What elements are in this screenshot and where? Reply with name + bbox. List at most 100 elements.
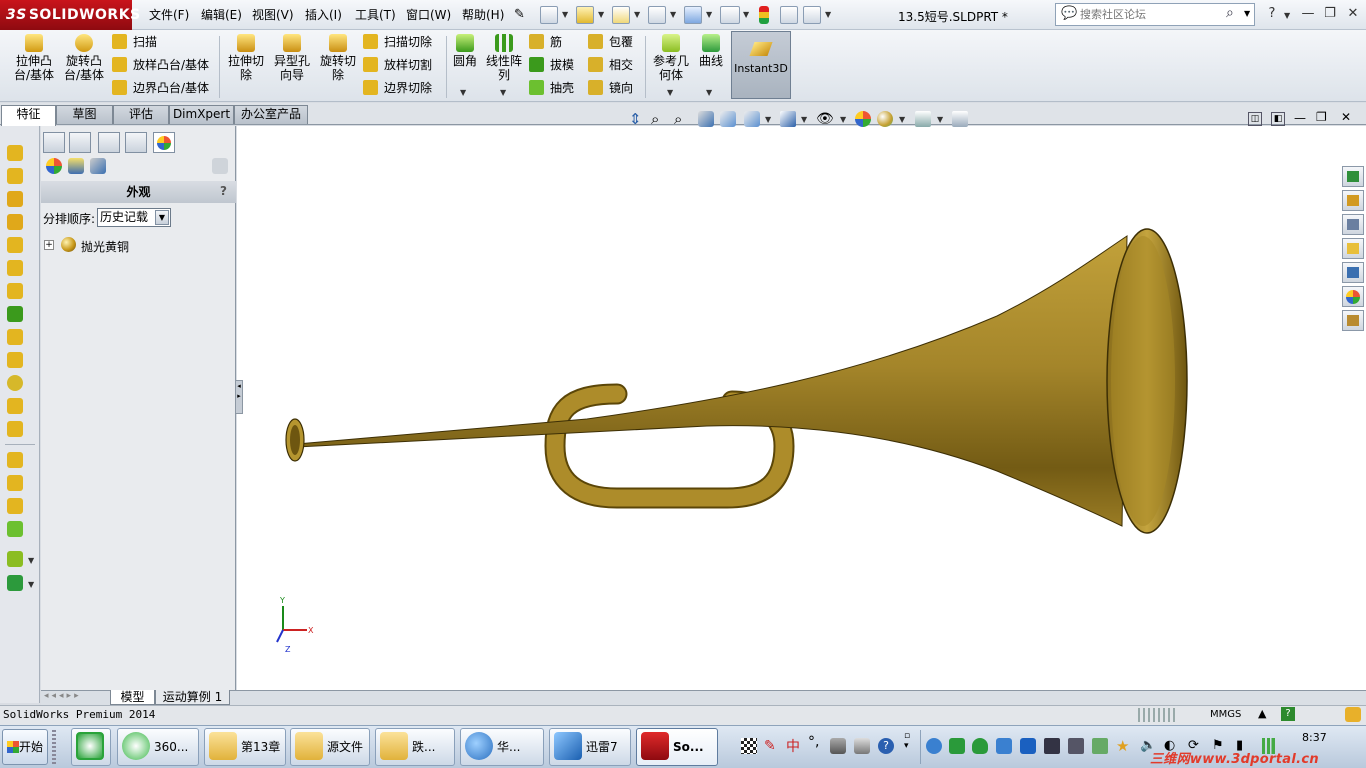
sweep-button[interactable]: 扫描 xyxy=(112,33,157,53)
lofted-cut-button[interactable]: 放样切割 xyxy=(363,56,432,76)
extrude-boss-icon[interactable] xyxy=(7,145,23,161)
view-settings-icon[interactable] xyxy=(915,111,931,127)
intersect-icon[interactable] xyxy=(7,375,23,391)
rib-icon[interactable] xyxy=(7,475,23,491)
hide-show-items-icon[interactable]: 👁 xyxy=(816,111,834,127)
trumpet-model[interactable]: Y X Z xyxy=(237,126,1366,690)
configuration-manager-tab-icon[interactable] xyxy=(98,132,120,153)
start-button[interactable]: 开始 xyxy=(2,729,48,765)
design-library-icon[interactable] xyxy=(1342,214,1364,235)
revolve-cut-button[interactable]: 旋转切 除 xyxy=(316,34,360,82)
display-style-dropdown-icon[interactable]: ▼ xyxy=(801,115,807,124)
rebuild-traffic-light-icon[interactable] xyxy=(759,6,769,24)
help-dropdown-icon[interactable]: ▼ xyxy=(1284,11,1290,20)
tab-model[interactable]: 模型 xyxy=(110,690,155,705)
ime-icon[interactable]: ✎ xyxy=(764,738,780,754)
home-icon[interactable] xyxy=(1342,190,1364,211)
tab-features[interactable]: 特征 xyxy=(1,105,56,126)
revolve-boss-button[interactable]: 旋转凸 台/基体 xyxy=(60,34,108,82)
appearances-icon[interactable] xyxy=(46,158,62,174)
property-manager-tab-icon[interactable] xyxy=(69,132,91,153)
sort-order-select[interactable]: 历史记载 ▼ xyxy=(97,208,171,227)
tab-office-products[interactable]: 办公室产品 xyxy=(234,105,308,124)
taskbar-xunlei[interactable]: 迅雷7 xyxy=(549,728,631,766)
taskbar-huawei[interactable]: 华... xyxy=(460,728,544,766)
copy-appearance-icon[interactable] xyxy=(212,158,228,174)
ime-tools-icon[interactable] xyxy=(854,738,870,754)
taskbar-clock[interactable]: 8:37 xyxy=(1302,731,1327,744)
curves-button[interactable]: 曲线 xyxy=(696,34,726,68)
search-icon[interactable]: ⌕ xyxy=(1226,5,1234,21)
reference-geometry-dropdown-icon[interactable]: ▼ xyxy=(28,556,34,565)
ime-help-icon[interactable]: ? xyxy=(878,738,894,754)
instant3d-button[interactable]: Instant3D xyxy=(731,31,791,99)
linear-pattern-dropdown-icon[interactable]: ▼ xyxy=(500,88,506,97)
hide-show-dropdown-icon[interactable]: ▼ xyxy=(840,115,846,124)
boundary-icon[interactable] xyxy=(7,237,23,253)
menu-tools[interactable]: 工具(T) xyxy=(355,7,396,23)
save-icon[interactable] xyxy=(612,6,630,24)
tray-cloud-icon[interactable] xyxy=(1020,738,1036,754)
ime-options-icon[interactable]: ▫ ▾ xyxy=(904,731,910,751)
curves-dropdown-icon[interactable]: ▼ xyxy=(706,88,712,97)
hole-wizard-button[interactable]: 异型孔 向导 xyxy=(270,34,314,82)
revolve-boss-icon[interactable] xyxy=(7,168,23,184)
close-button[interactable]: ✕ xyxy=(1343,6,1363,22)
tab-dimxpert[interactable]: DimXpert xyxy=(169,105,234,124)
sweep-path-icon[interactable] xyxy=(7,352,23,368)
new-document-icon[interactable] xyxy=(540,6,558,24)
options-icon[interactable] xyxy=(803,6,821,24)
section-view-icon[interactable] xyxy=(720,111,736,127)
viewport-split-icon[interactable]: ◫ xyxy=(1248,112,1262,126)
tray-star-icon[interactable]: ★ xyxy=(1116,738,1132,754)
taskbar-solidworks[interactable]: So... xyxy=(636,728,718,766)
status-tag-icon[interactable] xyxy=(1345,707,1361,722)
panel-help-icon[interactable]: ? xyxy=(220,184,227,198)
file-explorer-icon[interactable] xyxy=(1342,238,1364,259)
tab-sketch[interactable]: 草图 xyxy=(56,105,113,124)
status-help-icon[interactable]: ? xyxy=(1281,707,1295,721)
search-input[interactable] xyxy=(1080,6,1230,23)
search-box[interactable]: 💬 ⌕ ▼ xyxy=(1055,3,1255,26)
decals-icon[interactable] xyxy=(68,158,84,174)
pin-icon[interactable]: ✎ xyxy=(514,7,525,23)
extrude-cut-button[interactable]: 拉伸切 除 xyxy=(224,34,268,82)
restore-button[interactable]: ❐ xyxy=(1320,6,1340,22)
reference-geometry-icon[interactable] xyxy=(7,551,23,567)
tray-app-icon[interactable] xyxy=(926,738,942,754)
tray-display-icon[interactable] xyxy=(1068,738,1084,754)
new-dropdown-icon[interactable]: ▼ xyxy=(562,10,568,19)
tray-monitor-icon[interactable] xyxy=(1044,738,1060,754)
menu-help[interactable]: 帮助(H) xyxy=(462,7,504,23)
fillet-icon[interactable] xyxy=(7,306,23,322)
shell-icon[interactable] xyxy=(7,329,23,345)
select-dropdown-icon[interactable]: ▼ xyxy=(743,10,749,19)
mirror-button[interactable]: 镜向 xyxy=(588,79,633,99)
feature-manager-tab-icon[interactable] xyxy=(43,132,65,153)
help-button[interactable]: ? xyxy=(1262,6,1282,22)
menu-view[interactable]: 视图(V) xyxy=(252,7,294,23)
shell-button[interactable]: 抽壳 xyxy=(529,79,574,99)
search-dropdown-icon[interactable]: ▼ xyxy=(1244,9,1250,18)
menu-file[interactable]: 文件(F) xyxy=(149,7,189,23)
print-icon[interactable] xyxy=(648,6,666,24)
curves-icon[interactable] xyxy=(7,575,23,591)
menu-window[interactable]: 窗口(W) xyxy=(406,7,451,23)
open-dropdown-icon[interactable]: ▼ xyxy=(598,10,604,19)
zoom-to-area-icon[interactable]: ⌕ xyxy=(674,111,690,127)
sweep-icon[interactable] xyxy=(7,191,23,207)
save-dropdown-icon[interactable]: ▼ xyxy=(634,10,640,19)
viewport-restore-icon[interactable]: ❐ xyxy=(1316,110,1327,124)
wrap-button[interactable]: 包覆 xyxy=(588,33,633,53)
fillet-button[interactable]: 圆角 xyxy=(450,34,480,68)
menu-edit[interactable]: 编辑(E) xyxy=(201,7,242,23)
dynamic-annotation-icon[interactable] xyxy=(744,111,760,127)
draft-button[interactable]: 拔模 xyxy=(529,56,574,76)
taskbar-360-guard[interactable] xyxy=(71,728,111,766)
tree-item-polished-brass[interactable]: 抛光黄铜 xyxy=(81,238,129,255)
select-cursor-icon[interactable] xyxy=(720,6,740,24)
rib-button[interactable]: 筋 xyxy=(529,33,562,53)
dome-icon[interactable] xyxy=(7,521,23,537)
view-orientation-icon[interactable] xyxy=(780,111,796,127)
display-manager-tab-icon[interactable] xyxy=(153,132,175,153)
